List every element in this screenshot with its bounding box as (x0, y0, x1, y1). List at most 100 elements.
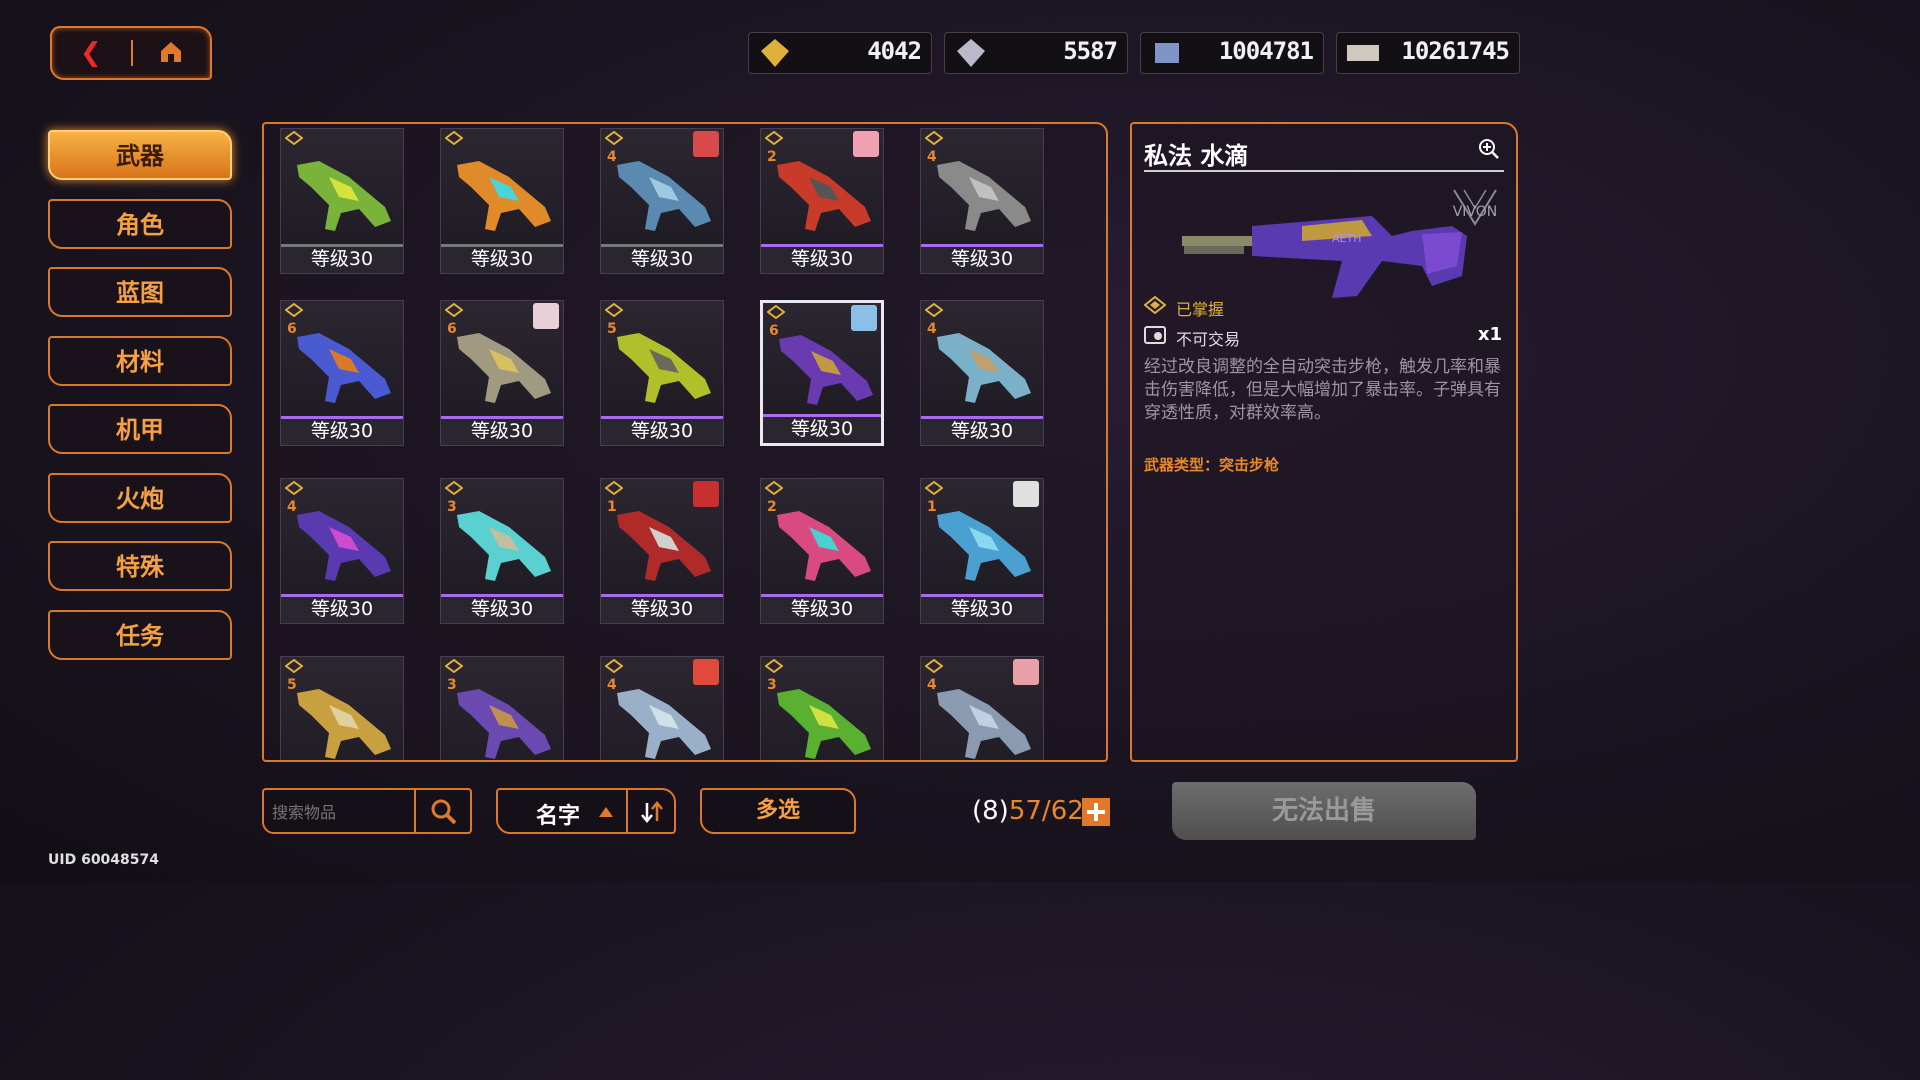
weapon-thumbnail (937, 511, 1031, 581)
weapon-card[interactable]: 3等级30 (440, 656, 564, 760)
back-arrow-icon[interactable]: ❮ (80, 38, 102, 68)
multi-select-button[interactable]: 多选 (700, 788, 856, 834)
mastered-label: 已掌握 (1176, 300, 1225, 319)
weapon-type: 武器类型：突击步枪 (1144, 456, 1280, 474)
weapon-card[interactable]: 4等级30 (600, 656, 724, 760)
tab-4[interactable]: 材料 (48, 335, 232, 386)
weapon-preview: AETH (1182, 216, 1467, 298)
mastered-icon (765, 131, 783, 145)
weapon-card[interactable]: 5等级30 (600, 300, 724, 446)
weapon-card[interactable]: 3等级30 (760, 656, 884, 760)
search-input[interactable] (270, 796, 414, 828)
tab-8[interactable]: 任务 (48, 609, 232, 660)
weapon-thumbnail (457, 161, 551, 231)
weapon-thumbnail (617, 333, 711, 403)
inventory-count: (8)57/62 (972, 796, 1084, 826)
character-portrait (533, 303, 559, 329)
weapon-card[interactable]: 2 等级30 (760, 478, 884, 624)
weapon-card[interactable]: 6 等级30 (760, 300, 884, 446)
mastered-icon (925, 659, 943, 673)
character-portrait (1013, 481, 1039, 507)
tab-1[interactable]: 武器 (48, 130, 232, 180)
weapon-level: 等级30 (921, 244, 1043, 273)
zoom-icon[interactable] (1478, 138, 1500, 160)
weapon-rank: 4 (287, 499, 297, 515)
weapon-card[interactable]: 1 等级30 (920, 478, 1044, 624)
tab-5[interactable]: 机甲 (48, 404, 232, 454)
mastered-icon (1144, 296, 1166, 314)
expand-capacity-icon[interactable] (1082, 798, 1110, 826)
item-description: 经过改良调整的全自动突击步枪，触发几率和暴击伤害降低，但是大幅增加了暴击率。子弹… (1144, 357, 1501, 423)
weapon-card[interactable]: 4等级30 (920, 128, 1044, 274)
count-value: 57/62 (1008, 796, 1084, 826)
weapon-level: 等级30 (761, 594, 883, 623)
home-icon[interactable] (160, 40, 182, 64)
weapon-thumbnail (937, 161, 1031, 231)
ticket-icon (1347, 45, 1379, 61)
weapon-rank: 3 (767, 677, 777, 693)
tradable-label: 不可交易 (1176, 330, 1241, 349)
weapon-thumbnail (617, 161, 711, 231)
weapon-thumbnail (777, 511, 871, 581)
character-portrait (693, 131, 719, 157)
weapon-card[interactable]: 1 等级30 (600, 478, 724, 624)
weapon-card[interactable]: 4 等级30 (280, 478, 404, 624)
sort-order-icon[interactable] (640, 800, 664, 824)
mastered-icon (767, 305, 785, 319)
weapon-card[interactable]: 6 等级30 (280, 300, 404, 446)
sort-up-icon (599, 807, 613, 817)
weapon-card[interactable]: 2 等级30 (760, 128, 884, 274)
weapon-level: 等级30 (441, 244, 563, 273)
weapon-rank: 2 (767, 149, 777, 165)
weapon-level: 等级30 (281, 416, 403, 445)
weapon-rank: 6 (447, 321, 457, 337)
weapon-rank: 4 (927, 677, 937, 693)
gold-gem-icon (761, 39, 789, 67)
tab-2[interactable]: 角色 (48, 198, 232, 249)
weapon-rank: 3 (447, 499, 457, 515)
weapon-rank: 1 (607, 499, 617, 515)
character-portrait (693, 659, 719, 685)
weapon-thumbnail (937, 333, 1031, 403)
character-portrait (1013, 659, 1039, 685)
mastered-icon (445, 481, 463, 495)
tab-3[interactable]: 蓝图 (48, 267, 232, 317)
weapon-thumbnail (779, 335, 873, 405)
character-portrait (693, 481, 719, 507)
no-trade-icon (1144, 326, 1166, 344)
currency-value: 4042 (867, 37, 922, 65)
weapon-level: 等级30 (281, 594, 403, 623)
mastered-icon (605, 131, 623, 145)
weapon-rank: 6 (769, 323, 779, 339)
weapon-card[interactable]: 4等级30 (600, 128, 724, 274)
mastered-icon (605, 659, 623, 673)
weapon-card[interactable]: 等级30 (440, 128, 564, 274)
character-portrait (853, 131, 879, 157)
weapon-thumbnail (937, 689, 1031, 759)
count-prefix: (8) (972, 796, 1009, 826)
weapon-card[interactable]: 等级30 (280, 128, 404, 274)
weapon-thumbnail (457, 689, 551, 759)
weapon-thumbnail (297, 333, 391, 403)
sell-button[interactable]: 无法出售 (1172, 782, 1476, 840)
weapon-thumbnail (457, 333, 551, 403)
search-icon[interactable] (430, 798, 458, 826)
weapon-card[interactable]: 4等级30 (920, 300, 1044, 446)
tab-6[interactable]: 火炮 (48, 472, 232, 523)
currency-value: 1004781 (1218, 37, 1314, 65)
weapon-card[interactable]: 4等级30 (920, 656, 1044, 760)
data-chip-icon (1155, 43, 1179, 63)
mastered-icon (605, 481, 623, 495)
sort-button[interactable]: 名字 (496, 788, 676, 834)
weapon-card[interactable]: 5等级30 (280, 656, 404, 760)
weapon-card[interactable]: 6 等级30 (440, 300, 564, 446)
currency-item: 10261745 (1336, 32, 1520, 74)
nav-box: ❮ (50, 26, 212, 80)
mastered-icon (445, 659, 463, 673)
weapon-level: 等级30 (281, 244, 403, 273)
weapon-level: 等级30 (601, 244, 723, 273)
currency-value: 5587 (1063, 37, 1118, 65)
weapon-card[interactable]: 3等级30 (440, 478, 564, 624)
tab-7[interactable]: 特殊 (48, 541, 232, 591)
currency-item: 5587 (944, 32, 1128, 74)
